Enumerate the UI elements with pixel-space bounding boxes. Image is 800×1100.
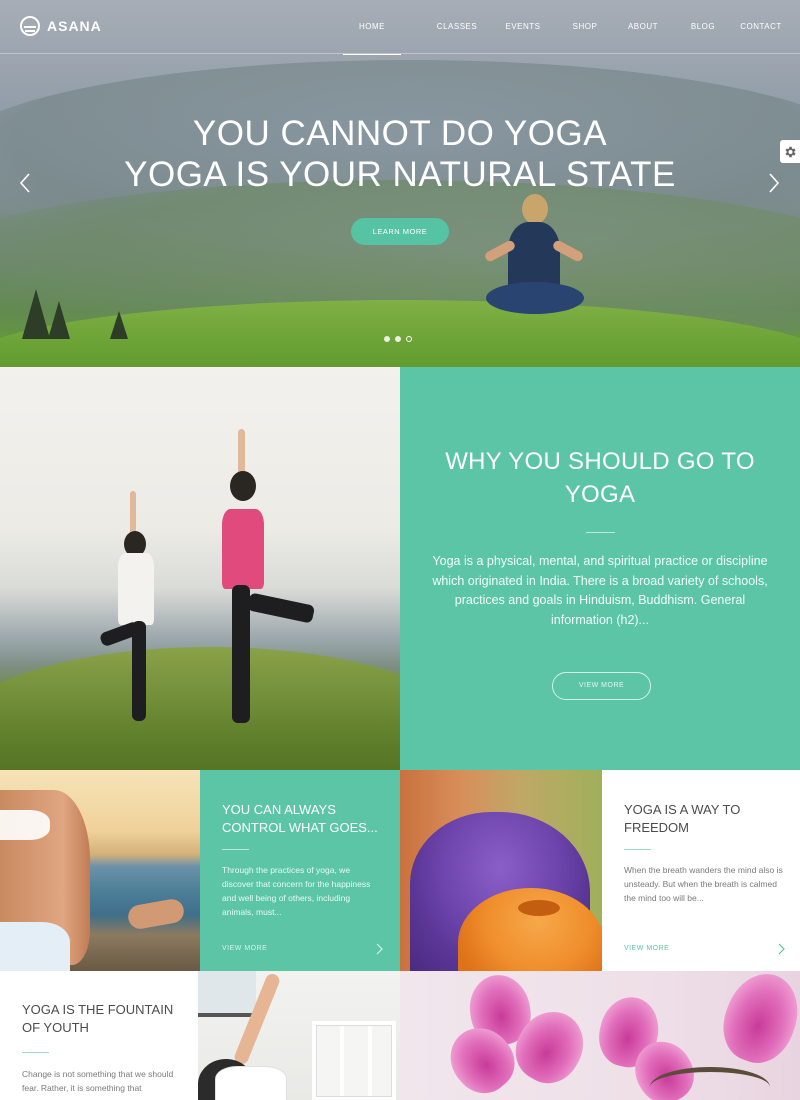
why-yoga-text: Yoga is a physical, mental, and spiritua… <box>432 554 768 627</box>
divider <box>586 532 615 533</box>
chevron-left-icon <box>19 173 30 193</box>
card-title[interactable]: YOGA IS THE FOUNTAIN OF YOUTH <box>22 1001 192 1037</box>
hero-tree <box>48 301 70 339</box>
card-excerpt: When the breath wanders the mind also is… <box>624 865 783 903</box>
learn-more-button[interactable]: LEARN MORE <box>351 218 449 245</box>
hero-tree <box>22 289 50 339</box>
brand-name: ASANA <box>47 18 102 34</box>
why-yoga-panel: WHY YOU SHOULD GO TO YOGA Yoga is a phys… <box>400 367 800 770</box>
child-figure <box>96 491 176 721</box>
card-excerpt: Through the practices of yoga, we discov… <box>222 865 371 917</box>
view-more-button[interactable]: VIEW MORE <box>552 672 651 700</box>
slider-pagination <box>384 336 412 342</box>
nav-item-contact[interactable]: CONTACT <box>732 0 790 54</box>
article-card-fountain: YOGA IS THE FOUNTAIN OF YOUTH Change is … <box>0 971 198 1100</box>
gear-icon <box>785 146 796 157</box>
divider <box>22 1052 49 1053</box>
hero-meditating-woman <box>478 194 588 320</box>
slider-prev-button[interactable] <box>18 172 32 194</box>
card-view-more-link[interactable]: VIEW MORE <box>222 945 267 952</box>
nav-item-classes[interactable]: CLASSES <box>429 0 485 54</box>
beach-meditation-photo <box>0 770 200 971</box>
yoga-tree-pose-photo <box>0 367 400 770</box>
card-view-more-link[interactable]: VIEW MORE <box>624 945 669 952</box>
sun-horizon-icon <box>20 16 40 36</box>
nav-menu: HOME CLASSES EVENTS SHOP ABOUT BLOG CONT… <box>343 0 800 55</box>
nav-item-blog[interactable]: BLOG <box>686 0 720 54</box>
chevron-right-icon[interactable] <box>776 942 786 956</box>
why-yoga-heading: WHY YOU SHOULD GO TO YOGA <box>445 448 755 508</box>
main-navigation: ASANA HOME CLASSES EVENTS SHOP ABOUT BLO… <box>0 0 800 55</box>
settings-panel-toggle[interactable] <box>780 140 800 163</box>
orchid-photo <box>400 971 800 1100</box>
hero-slider: ASANA HOME CLASSES EVENTS SHOP ABOUT BLO… <box>0 0 800 367</box>
hero-tree <box>110 311 128 339</box>
yoga-mats-photo <box>400 770 602 971</box>
woman-figure <box>196 429 316 725</box>
nav-item-shop[interactable]: SHOP <box>570 0 600 54</box>
slider-dot-2[interactable] <box>395 336 401 342</box>
slider-next-button[interactable] <box>767 172 781 194</box>
divider <box>624 849 651 850</box>
site-logo[interactable]: ASANA <box>20 16 102 36</box>
slider-dot-1[interactable] <box>384 336 390 342</box>
card-title[interactable]: YOU CAN ALWAYS CONTROL WHAT GOES... <box>222 801 392 837</box>
chevron-right-icon[interactable] <box>374 942 384 956</box>
article-card-control: YOU CAN ALWAYS CONTROL WHAT GOES... Thro… <box>200 770 400 971</box>
card-title[interactable]: YOGA IS A WAY TO FREEDOM <box>624 801 794 837</box>
article-card-freedom: YOGA IS A WAY TO FREEDOM When the breath… <box>602 770 800 971</box>
yoga-studio-photo <box>198 971 400 1100</box>
nav-item-events[interactable]: EVENTS <box>501 0 545 54</box>
chevron-right-icon <box>769 173 780 193</box>
nav-item-about[interactable]: ABOUT <box>621 0 665 54</box>
hero-title-line-2: YOGA IS YOUR NATURAL STATE <box>124 155 676 194</box>
hero-title-line-1: YOU CANNOT DO YOGA <box>192 114 608 153</box>
slider-dot-3[interactable] <box>406 336 412 342</box>
card-excerpt: Change is not something that we should f… <box>22 1069 174 1093</box>
nav-item-home[interactable]: HOME <box>343 0 401 55</box>
divider <box>222 849 249 850</box>
